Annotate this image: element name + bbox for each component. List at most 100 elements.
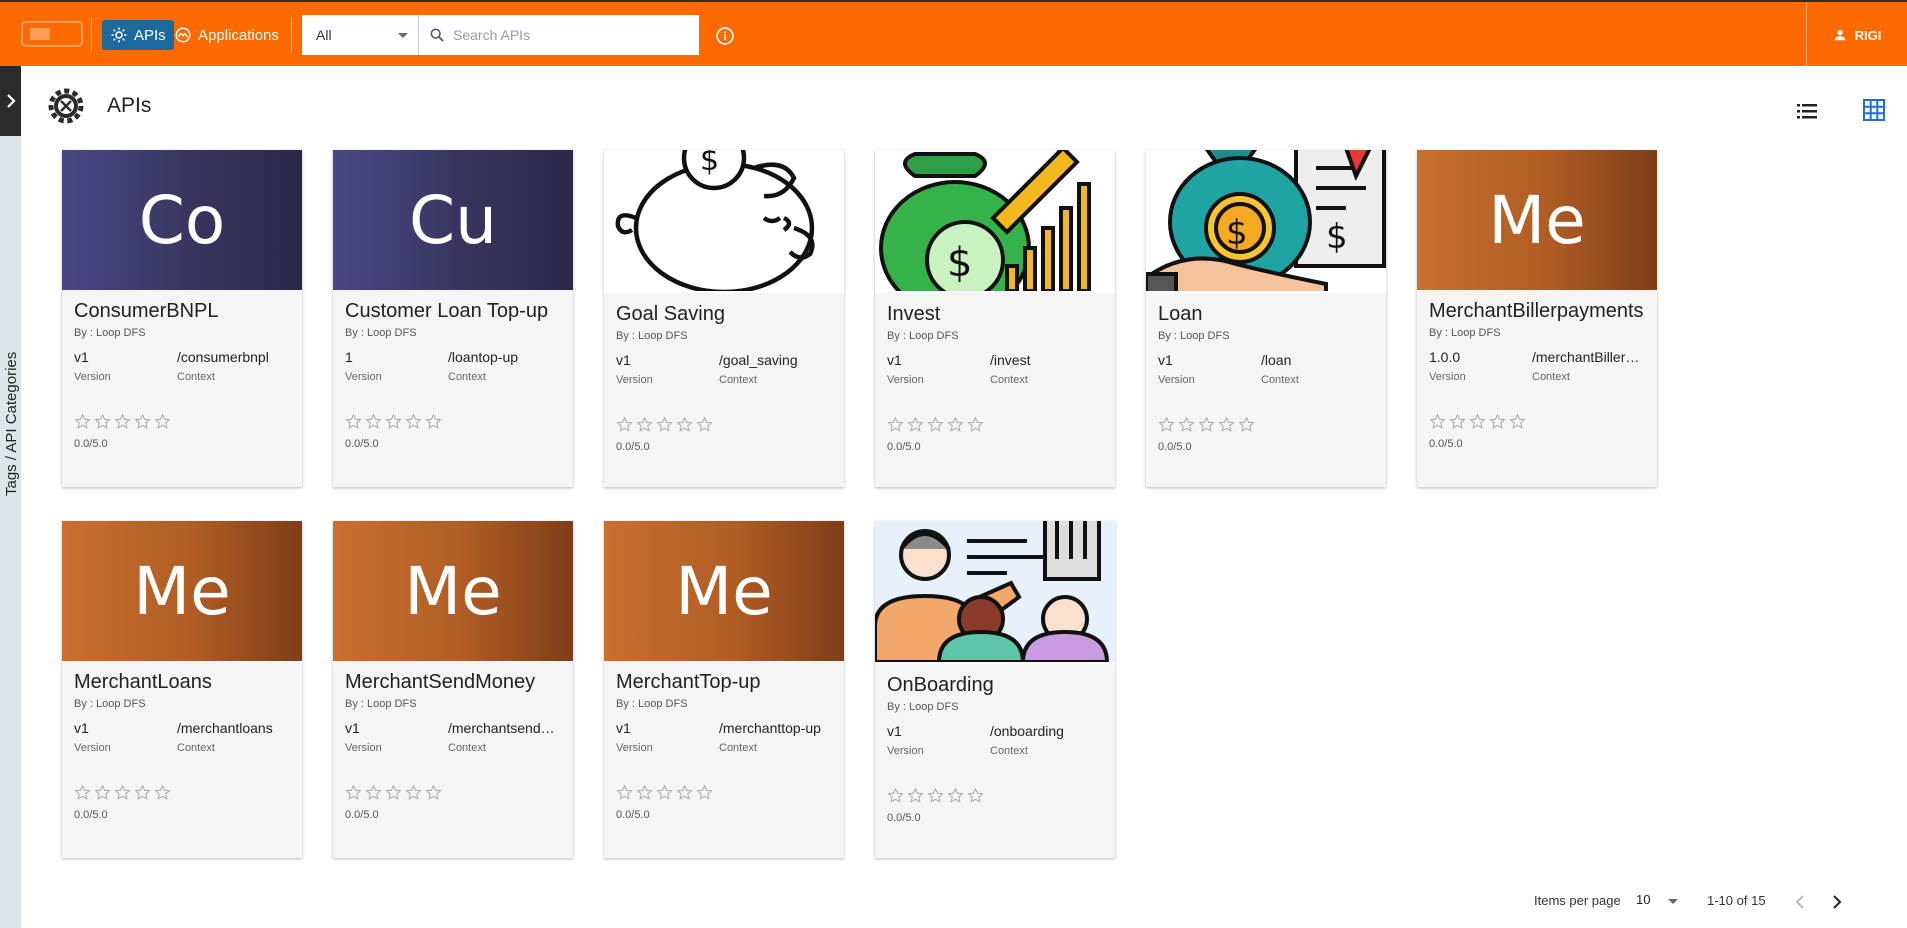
api-filter-select[interactable]: All xyxy=(302,15,419,55)
api-card[interactable]: $ $ Loan By : Loop DFS v1 Version /loan C… xyxy=(1146,150,1386,487)
api-context: /onboarding xyxy=(990,723,1064,739)
api-name[interactable]: Invest xyxy=(887,303,1103,326)
star-icon[interactable] xyxy=(907,787,924,804)
context-label: Context xyxy=(177,371,215,383)
star-icon[interactable] xyxy=(636,784,653,801)
previous-page-icon[interactable] xyxy=(1793,894,1807,910)
api-card[interactable]: Co ConsumerBNPL By : Loop DFS v1 Version… xyxy=(62,150,302,487)
star-icon[interactable] xyxy=(1509,413,1526,430)
items-per-page-select[interactable]: 10 xyxy=(1636,892,1678,912)
star-icon[interactable] xyxy=(154,413,171,430)
star-icon[interactable] xyxy=(134,784,151,801)
star-icon[interactable] xyxy=(1198,416,1215,433)
list-view-icon[interactable] xyxy=(1796,100,1818,122)
star-icon[interactable] xyxy=(1449,413,1466,430)
star-icon[interactable] xyxy=(114,784,131,801)
star-icon[interactable] xyxy=(636,416,653,433)
api-name[interactable]: MerchantTop-up xyxy=(616,671,832,694)
star-icon[interactable] xyxy=(656,784,673,801)
star-icon[interactable] xyxy=(134,413,151,430)
api-name[interactable]: MerchantBillerpayments xyxy=(1429,300,1645,323)
star-icon[interactable] xyxy=(676,784,693,801)
grid-view-icon[interactable] xyxy=(1862,98,1886,122)
star-icon[interactable] xyxy=(616,416,633,433)
star-icon[interactable] xyxy=(74,784,91,801)
user-menu-button[interactable]: RIGI xyxy=(1806,2,1907,68)
star-rating[interactable] xyxy=(616,784,832,801)
star-rating[interactable] xyxy=(616,416,832,433)
star-icon[interactable] xyxy=(947,787,964,804)
star-icon[interactable] xyxy=(1238,416,1255,433)
star-icon[interactable] xyxy=(365,784,382,801)
star-icon[interactable] xyxy=(656,416,673,433)
star-icon[interactable] xyxy=(345,784,362,801)
api-name[interactable]: MerchantLoans xyxy=(74,671,290,694)
api-card[interactable]: Me MerchantBillerpayments By : Loop DFS … xyxy=(1417,150,1657,487)
api-name[interactable]: MerchantSendMoney xyxy=(345,671,561,694)
star-icon[interactable] xyxy=(887,416,904,433)
star-icon[interactable] xyxy=(927,787,944,804)
search-input[interactable] xyxy=(453,27,683,43)
star-icon[interactable] xyxy=(1178,416,1195,433)
star-icon[interactable] xyxy=(94,413,111,430)
star-icon[interactable] xyxy=(696,416,713,433)
star-icon[interactable] xyxy=(405,413,422,430)
api-name[interactable]: Loan xyxy=(1158,303,1374,326)
nav-applications-button[interactable]: Applications xyxy=(166,20,287,50)
star-rating[interactable] xyxy=(887,787,1103,804)
star-icon[interactable] xyxy=(967,787,984,804)
api-card[interactable]: OnBoarding By : Loop DFS v1 Version /onb… xyxy=(875,521,1115,858)
star-icon[interactable] xyxy=(1489,413,1506,430)
api-name[interactable]: Goal Saving xyxy=(616,303,832,326)
star-icon[interactable] xyxy=(927,416,944,433)
star-rating[interactable] xyxy=(887,416,1103,433)
star-icon[interactable] xyxy=(1158,416,1175,433)
star-icon[interactable] xyxy=(425,413,442,430)
info-icon[interactable] xyxy=(715,26,735,46)
star-icon[interactable] xyxy=(887,787,904,804)
star-icon[interactable] xyxy=(1469,413,1486,430)
api-version: v1 xyxy=(616,720,631,736)
star-icon[interactable] xyxy=(405,784,422,801)
star-icon[interactable] xyxy=(947,416,964,433)
star-icon[interactable] xyxy=(696,784,713,801)
api-card[interactable]: Me MerchantLoans By : Loop DFS v1 Versio… xyxy=(62,521,302,858)
api-provider: By : Loop DFS xyxy=(616,330,688,342)
star-icon[interactable] xyxy=(1218,416,1235,433)
api-card[interactable]: $ Goal Saving By : Loop DFS v1 Version /… xyxy=(604,150,844,487)
star-icon[interactable] xyxy=(676,416,693,433)
star-icon[interactable] xyxy=(385,413,402,430)
api-card[interactable]: Me MerchantTop-up By : Loop DFS v1 Versi… xyxy=(604,521,844,858)
api-name[interactable]: Customer Loan Top-up xyxy=(345,300,561,323)
star-icon[interactable] xyxy=(74,413,91,430)
next-page-icon[interactable] xyxy=(1830,894,1844,910)
star-icon[interactable] xyxy=(154,784,171,801)
logo[interactable] xyxy=(18,14,86,54)
api-card[interactable]: Me MerchantSendMoney By : Loop DFS v1 Ve… xyxy=(333,521,573,858)
star-icon[interactable] xyxy=(907,416,924,433)
api-name[interactable]: ConsumerBNPL xyxy=(74,300,290,323)
star-icon[interactable] xyxy=(114,413,131,430)
star-icon[interactable] xyxy=(967,416,984,433)
star-icon[interactable] xyxy=(385,784,402,801)
categories-sidebar[interactable]: Tags / API Categories xyxy=(0,136,21,928)
star-icon[interactable] xyxy=(1429,413,1446,430)
star-rating[interactable] xyxy=(74,784,290,801)
api-card[interactable]: Cu Customer Loan Top-up By : Loop DFS 1 … xyxy=(333,150,573,487)
star-rating[interactable] xyxy=(345,784,561,801)
star-rating[interactable] xyxy=(74,413,290,430)
star-rating[interactable] xyxy=(1429,413,1645,430)
sidebar-toggle-button[interactable] xyxy=(0,66,21,136)
star-icon[interactable] xyxy=(616,784,633,801)
rating-value: 0.0/5.0 xyxy=(345,809,379,821)
nav-apis-button[interactable]: APIs xyxy=(102,20,174,50)
star-icon[interactable] xyxy=(345,413,362,430)
star-rating[interactable] xyxy=(345,413,561,430)
star-icon[interactable] xyxy=(94,784,111,801)
version-label: Version xyxy=(74,371,111,383)
star-icon[interactable] xyxy=(365,413,382,430)
star-rating[interactable] xyxy=(1158,416,1374,433)
star-icon[interactable] xyxy=(425,784,442,801)
api-card[interactable]: $ Invest By : Loop DFS v1 Version /inves… xyxy=(875,150,1115,487)
api-name[interactable]: OnBoarding xyxy=(887,674,1103,697)
